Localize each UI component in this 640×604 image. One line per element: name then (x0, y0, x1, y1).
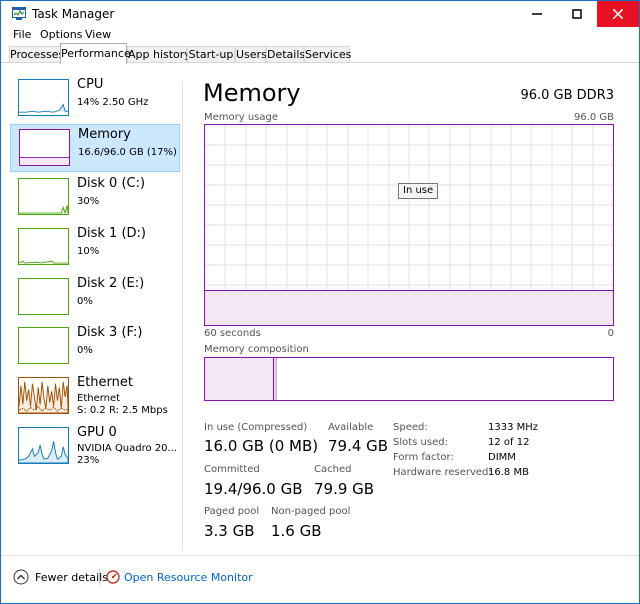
sidebar-item-detail: Ethernet (77, 393, 121, 404)
sidebar-item-title: CPU (77, 77, 104, 92)
time-range-start: 60 seconds (204, 328, 261, 339)
disk-thumbnail-graph (18, 327, 69, 364)
performance-sidebar: CPU 14% 2.50 GHz Memory 16.6/96.0 GB (17… (1, 63, 183, 555)
disk-thumbnail-graph (18, 178, 69, 215)
non-paged-pool-label: Non-paged pool (271, 506, 351, 517)
sidebar-item-title: Disk 1 (D:) (77, 226, 146, 241)
tab-details[interactable]: Details (266, 46, 305, 63)
memory-usage-graph[interactable]: In use (204, 124, 614, 326)
task-manager-window: Task Manager File Options View Processes… (0, 0, 640, 604)
sidebar-item-usage: 23% (77, 455, 100, 466)
sidebar-item-disk-0[interactable]: Disk 0 (C:) 30% (10, 174, 180, 222)
composition-modified-segment[interactable] (274, 358, 277, 400)
sidebar-item-detail: 0% (77, 345, 93, 356)
sidebar-item-title: GPU 0 (77, 425, 117, 440)
sidebar-item-disk-3[interactable]: Disk 3 (F:) 0% (10, 323, 180, 371)
disk-thumbnail-graph (18, 278, 69, 315)
minimize-icon (532, 13, 542, 15)
sidebar-item-gpu-0[interactable]: GPU 0 NVIDIA Quadro 20... 23% (10, 423, 180, 471)
memory-spec: 96.0 GB DDR3 (520, 88, 614, 103)
sidebar-item-detail: 0% (77, 296, 93, 307)
tab-processes[interactable]: Processes (9, 46, 64, 63)
time-range-end: 0 (607, 328, 614, 339)
committed-label: Committed (204, 464, 260, 475)
sidebar-item-cpu[interactable]: CPU 14% 2.50 GHz (10, 75, 180, 123)
minimize-button[interactable] (517, 1, 557, 27)
form-factor-value: DIMM (488, 452, 516, 463)
paged-pool-value: 3.3 GB (204, 522, 255, 540)
available-value: 79.4 GB (328, 437, 389, 455)
hardware-reserved-label: Hardware reserved: (393, 467, 492, 478)
menu-view[interactable]: View (85, 28, 111, 41)
tab-bar: Processes Performance App history Start-… (1, 43, 639, 64)
title-bar[interactable]: Task Manager (1, 1, 639, 27)
task-manager-icon (12, 7, 26, 20)
paged-pool-label: Paged pool (204, 506, 260, 517)
slots-used-value: 12 of 12 (488, 437, 530, 448)
sidebar-item-title: Disk 0 (C:) (77, 176, 146, 191)
gpu-thumbnail-graph (18, 427, 69, 464)
in-use-tooltip: In use (398, 183, 439, 199)
sidebar-item-ethernet[interactable]: Ethernet Ethernet S: 0.2 R: 2.5 Mbps (10, 373, 180, 421)
memory-thumbnail-graph (19, 129, 70, 166)
resource-monitor-icon[interactable] (106, 570, 120, 584)
fewer-details-button[interactable]: Fewer details (35, 571, 108, 584)
sidebar-item-title: Disk 2 (E:) (77, 276, 145, 291)
tab-performance[interactable]: Performance (60, 43, 131, 64)
sidebar-item-throughput: S: 0.2 R: 2.5 Mbps (77, 405, 168, 416)
tab-users[interactable]: Users (235, 46, 267, 63)
slots-used-label: Slots used: (393, 437, 448, 448)
menu-bar: File Options View (1, 27, 639, 43)
maximize-icon (572, 9, 582, 19)
memory-usage-fill (205, 290, 613, 325)
sidebar-item-disk-2[interactable]: Disk 2 (E:) 0% (10, 274, 180, 322)
sidebar-item-detail: 16.6/96.0 GB (17%) (78, 147, 177, 158)
sidebar-item-detail: 30% (77, 196, 100, 207)
ethernet-thumbnail-graph (18, 377, 69, 414)
close-button[interactable] (597, 1, 639, 27)
speed-value: 1333 MHz (488, 422, 539, 433)
cpu-thumbnail-graph (18, 79, 69, 116)
sidebar-item-detail: NVIDIA Quadro 20... (77, 443, 178, 454)
footer-bar: Fewer details Open Resource Monitor (1, 555, 639, 603)
in-use-label: In use (Compressed) (204, 422, 308, 433)
memory-details-panel: Memory 96.0 GB DDR3 Memory usage 96.0 GB (183, 63, 639, 555)
speed-label: Speed: (393, 422, 428, 433)
memory-composition-label: Memory composition (204, 344, 309, 355)
in-use-value: 16.0 GB (0 MB) (204, 437, 319, 455)
footer-separator (99, 569, 100, 585)
sidebar-item-memory[interactable]: Memory 16.6/96.0 GB (17%) (10, 124, 180, 172)
tab-app-history[interactable]: App history (127, 46, 191, 63)
cached-label: Cached (314, 464, 352, 475)
available-label: Available (328, 422, 374, 433)
cached-value: 79.9 GB (314, 480, 375, 498)
memory-usage-max: 96.0 GB (573, 112, 614, 123)
chevron-up-icon[interactable] (13, 569, 29, 585)
form-factor-label: Form factor: (393, 452, 454, 463)
hardware-reserved-value: 16.8 MB (488, 467, 529, 478)
memory-usage-label: Memory usage (204, 112, 279, 123)
page-title: Memory (203, 79, 301, 107)
menu-options[interactable]: Options (40, 28, 82, 41)
disk-thumbnail-graph (18, 228, 69, 265)
tab-services[interactable]: Services (304, 46, 351, 63)
window-title: Task Manager (32, 7, 115, 21)
memory-composition-bar[interactable] (204, 357, 614, 401)
sidebar-item-disk-1[interactable]: Disk 1 (D:) 10% (10, 224, 180, 272)
sidebar-item-detail: 10% (77, 246, 100, 257)
non-paged-pool-value: 1.6 GB (271, 522, 322, 540)
tab-startup[interactable]: Start-up (187, 46, 235, 63)
composition-in-use-segment[interactable] (205, 358, 274, 400)
sidebar-item-title: Memory (78, 127, 131, 142)
sidebar-item-detail: 14% 2.50 GHz (77, 97, 149, 108)
sidebar-item-title: Ethernet (77, 375, 133, 390)
committed-value: 19.4/96.0 GB (204, 480, 303, 498)
menu-file[interactable]: File (13, 28, 31, 41)
maximize-button[interactable] (557, 1, 597, 27)
sidebar-item-title: Disk 3 (F:) (77, 325, 143, 340)
open-resource-monitor-link[interactable]: Open Resource Monitor (124, 571, 253, 584)
close-icon (613, 9, 623, 19)
